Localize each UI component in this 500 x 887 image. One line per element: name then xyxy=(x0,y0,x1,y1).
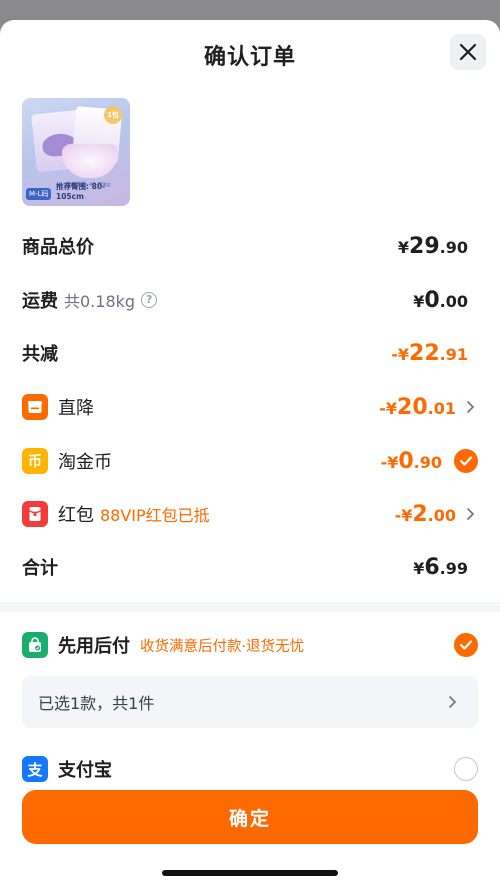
bnpl-option[interactable]: 先用后付 收货满意后付款·退货无忧 xyxy=(22,630,478,660)
pack-count-badge: 1包 xyxy=(104,106,122,124)
home-indicator xyxy=(162,870,338,876)
direct-discount-row[interactable]: 直降 -¥ 20.01 xyxy=(22,392,478,422)
amount-integer: 0 xyxy=(424,287,440,313)
section-divider xyxy=(0,602,500,612)
amount-integer: 29 xyxy=(409,233,440,259)
amount-integer: 0 xyxy=(398,448,414,474)
taojinbi-amount: -¥ 0.90 xyxy=(381,449,442,474)
currency-symbol: -¥ xyxy=(394,505,413,525)
grand-total-row: 合计 ¥6.99 xyxy=(22,552,478,582)
direct-discount-label: 直降 xyxy=(58,398,94,419)
amount-decimal: .90 xyxy=(413,452,442,472)
taojinbi-row[interactable]: 币 淘金币 -¥ 0.90 xyxy=(22,446,478,476)
chevron-right-icon xyxy=(467,508,475,520)
amount-decimal: .00 xyxy=(427,505,456,525)
chevron-right-icon xyxy=(449,696,457,708)
total-price-label: 商品总价 xyxy=(22,237,94,258)
close-icon xyxy=(459,43,477,61)
product-size-tag: M-L码 xyxy=(26,188,52,200)
close-button[interactable] xyxy=(450,34,486,70)
order-confirm-sheet: 确认订单 1包 推荐体重: 40-70kg M-L码 推荐臀围: 80-105c… xyxy=(0,20,500,887)
amount-decimal: .00 xyxy=(439,291,468,311)
check-icon xyxy=(459,640,473,650)
chevron-right-icon xyxy=(467,401,475,413)
redpacket-icon-glyph xyxy=(29,507,41,521)
shopping-bag-icon-glyph xyxy=(29,637,41,652)
bnpl-title: 先用后付 xyxy=(58,636,130,657)
amount-decimal: .90 xyxy=(439,237,468,257)
redpacket-label: 红包 xyxy=(58,505,94,526)
redpacket-note: 88VIP红包已抵 xyxy=(100,506,210,525)
shopping-bag-icon xyxy=(22,632,48,658)
check-icon xyxy=(459,456,473,466)
amount-integer: 22 xyxy=(409,340,440,366)
redpacket-row[interactable]: 红包 88VIP红包已抵 -¥ 2.00 xyxy=(22,499,478,529)
amount-integer: 20 xyxy=(397,394,428,420)
amount-integer: 6 xyxy=(424,554,440,580)
product-image[interactable]: 1包 推荐体重: 40-70kg M-L码 推荐臀围: 80-105cm xyxy=(22,98,130,206)
selected-items-text: 已选1款，共1件 xyxy=(38,694,155,713)
discount-total-label: 共减 xyxy=(22,344,58,365)
shop-icon-glyph xyxy=(28,401,42,413)
amount-integer: 2 xyxy=(412,501,428,527)
discount-total-amount: -¥ 22.91 xyxy=(391,341,468,366)
grand-total-label: 合计 xyxy=(22,558,58,579)
shipping-amount: ¥0.00 xyxy=(413,288,468,313)
amount-decimal: .91 xyxy=(439,344,468,364)
total-price-row: 商品总价 ¥29.90 xyxy=(22,231,478,261)
amount-decimal: .01 xyxy=(427,398,456,418)
taojinbi-label: 淘金币 xyxy=(58,452,112,473)
direct-discount-amount: -¥ 20.01 xyxy=(379,395,456,420)
shop-icon xyxy=(22,394,48,420)
alipay-label: 支付宝 xyxy=(58,760,112,781)
alipay-option[interactable]: 支 支付宝 xyxy=(22,754,478,784)
sheet-title: 确认订单 xyxy=(203,45,296,70)
product-diaper xyxy=(62,144,118,178)
alipay-radio[interactable] xyxy=(454,757,478,781)
help-icon[interactable]: ? xyxy=(141,292,158,308)
currency-symbol: -¥ xyxy=(391,344,410,364)
currency-symbol: ¥ xyxy=(413,558,425,578)
currency-symbol: ¥ xyxy=(397,237,410,257)
status-bar xyxy=(0,0,500,20)
grand-total-amount: ¥6.99 xyxy=(413,555,468,580)
currency-symbol: -¥ xyxy=(380,452,399,472)
bnpl-radio-selected[interactable] xyxy=(454,633,478,657)
currency-symbol: ¥ xyxy=(413,291,425,311)
discount-total-row: 共减 -¥ 22.91 xyxy=(22,338,478,368)
coin-icon: 币 xyxy=(22,448,48,474)
taojinbi-checkbox[interactable] xyxy=(454,449,478,473)
currency-symbol: -¥ xyxy=(379,398,398,418)
product-size-text: 推荐臀围: 80-105cm xyxy=(56,182,106,201)
confirm-button[interactable]: 确定 xyxy=(22,790,478,844)
shipping-weight: 共0.18kg xyxy=(64,292,136,311)
redpacket-icon xyxy=(22,501,48,527)
redpacket-amount: -¥ 2.00 xyxy=(395,502,456,527)
shipping-row: 运费 共0.18kg ? ¥0.00 xyxy=(22,285,478,315)
selected-items-summary[interactable]: 已选1款，共1件 xyxy=(22,676,478,728)
coin-icon-char: 币 xyxy=(28,454,42,470)
bnpl-note: 收货满意后付款·退货无忧 xyxy=(140,638,305,655)
total-price-amount: ¥29.90 xyxy=(398,234,468,259)
alipay-icon: 支 xyxy=(22,756,48,782)
alipay-icon-char: 支 xyxy=(27,760,43,779)
amount-decimal: .99 xyxy=(439,558,468,578)
shipping-label: 运费 xyxy=(22,291,58,312)
